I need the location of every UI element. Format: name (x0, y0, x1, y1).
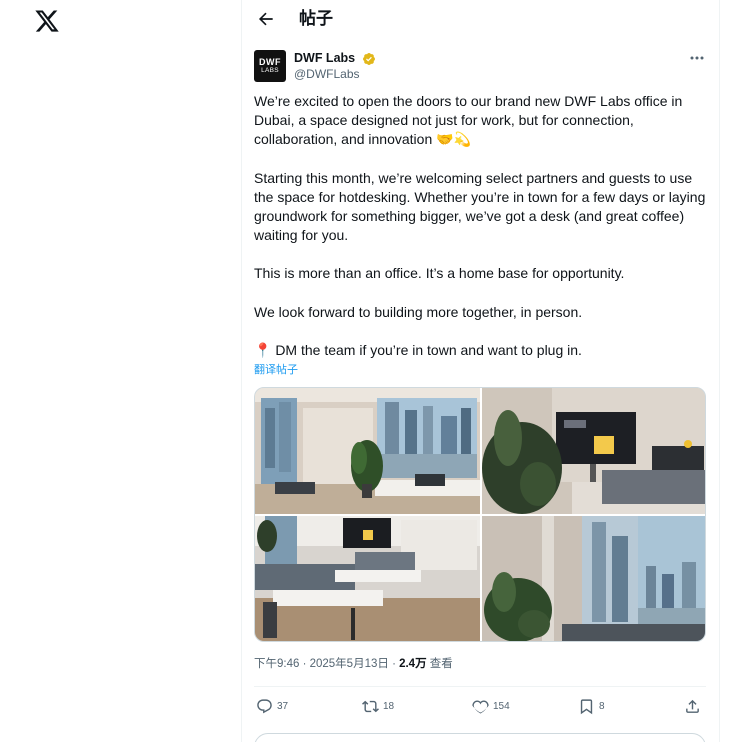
media-photo-4[interactable] (482, 516, 705, 641)
like-button[interactable]: 154 (472, 694, 510, 718)
tweet-line: waiting for you. (254, 227, 349, 244)
view-count-label: 查看 (426, 658, 453, 670)
x-logo-icon[interactable] (34, 8, 60, 34)
share-icon (686, 699, 699, 713)
media-grid (254, 387, 706, 642)
reply-composer[interactable] (254, 733, 706, 742)
tweet-timestamp[interactable]: 下午9:46 · 2025年5月13日 · 2.4万 查看 (254, 657, 453, 672)
media-photo-1[interactable] (255, 388, 480, 514)
tweet-text: We’re excited to open the doors to our b… (254, 92, 714, 360)
bookmark-count: 8 (599, 700, 605, 712)
tweet-line: collaboration, and innovation 🤝💫 (254, 131, 471, 148)
tweet-line: We’re excited to open the doors to our b… (254, 93, 683, 109)
tweet-column: 帖子 DWF LABS DWF Labs @DWFLabs We’re exci… (241, 0, 720, 742)
tweet-line: We look forward to building more togethe… (254, 303, 583, 320)
left-rail (0, 0, 241, 742)
view-count: 2.4万 (399, 658, 427, 670)
repost-button[interactable]: 18 (362, 694, 394, 718)
translate-post-link[interactable]: 翻译帖子 (254, 363, 298, 377)
media-photo-2[interactable] (482, 388, 705, 514)
repost-count: 18 (383, 700, 395, 712)
author-display-name[interactable]: DWF Labs (294, 51, 355, 66)
tweet-line: This is more than an office. It’s a home… (254, 265, 625, 282)
media-photo-3[interactable] (255, 516, 480, 641)
tweet-line: 📍 DM the team if you’re in town and want… (254, 341, 582, 358)
like-icon (472, 699, 489, 713)
avatar-logo-subtext: LABS (261, 66, 279, 74)
more-icon[interactable] (687, 50, 707, 66)
back-arrow-icon[interactable] (256, 9, 276, 29)
divider (254, 686, 706, 687)
tweet-actions: 37 18 154 8 (254, 694, 706, 718)
like-count: 154 (493, 700, 510, 712)
avatar[interactable]: DWF LABS (254, 50, 286, 82)
repost-icon (362, 700, 379, 712)
top-bar: 帖子 (242, 0, 719, 38)
bookmark-button[interactable]: 8 (578, 694, 605, 718)
avatar-logo-text: DWF (259, 56, 281, 67)
share-button[interactable] (684, 694, 701, 718)
page-title: 帖子 (299, 9, 333, 28)
tweet-author: DWF LABS DWF Labs @DWFLabs (254, 50, 709, 84)
verified-badge-icon[interactable] (362, 52, 376, 66)
tweet-line: Dubai, a space designed not just for wor… (254, 112, 634, 129)
reply-count: 37 (277, 700, 289, 712)
reply-button[interactable]: 37 (256, 694, 288, 718)
tweet-time: 下午9:46 · 2025年5月13日 · (254, 658, 400, 670)
tweet-line: Starting this month, we’re welcoming sel… (254, 169, 693, 186)
reply-icon (257, 698, 272, 713)
tweet-line: the space for hotdesking. Whether you’re… (254, 188, 706, 205)
bookmark-icon (580, 698, 593, 714)
tweet-line: groundwork for something bigger, we’ve g… (254, 208, 685, 225)
author-handle[interactable]: @DWFLabs (294, 67, 360, 81)
